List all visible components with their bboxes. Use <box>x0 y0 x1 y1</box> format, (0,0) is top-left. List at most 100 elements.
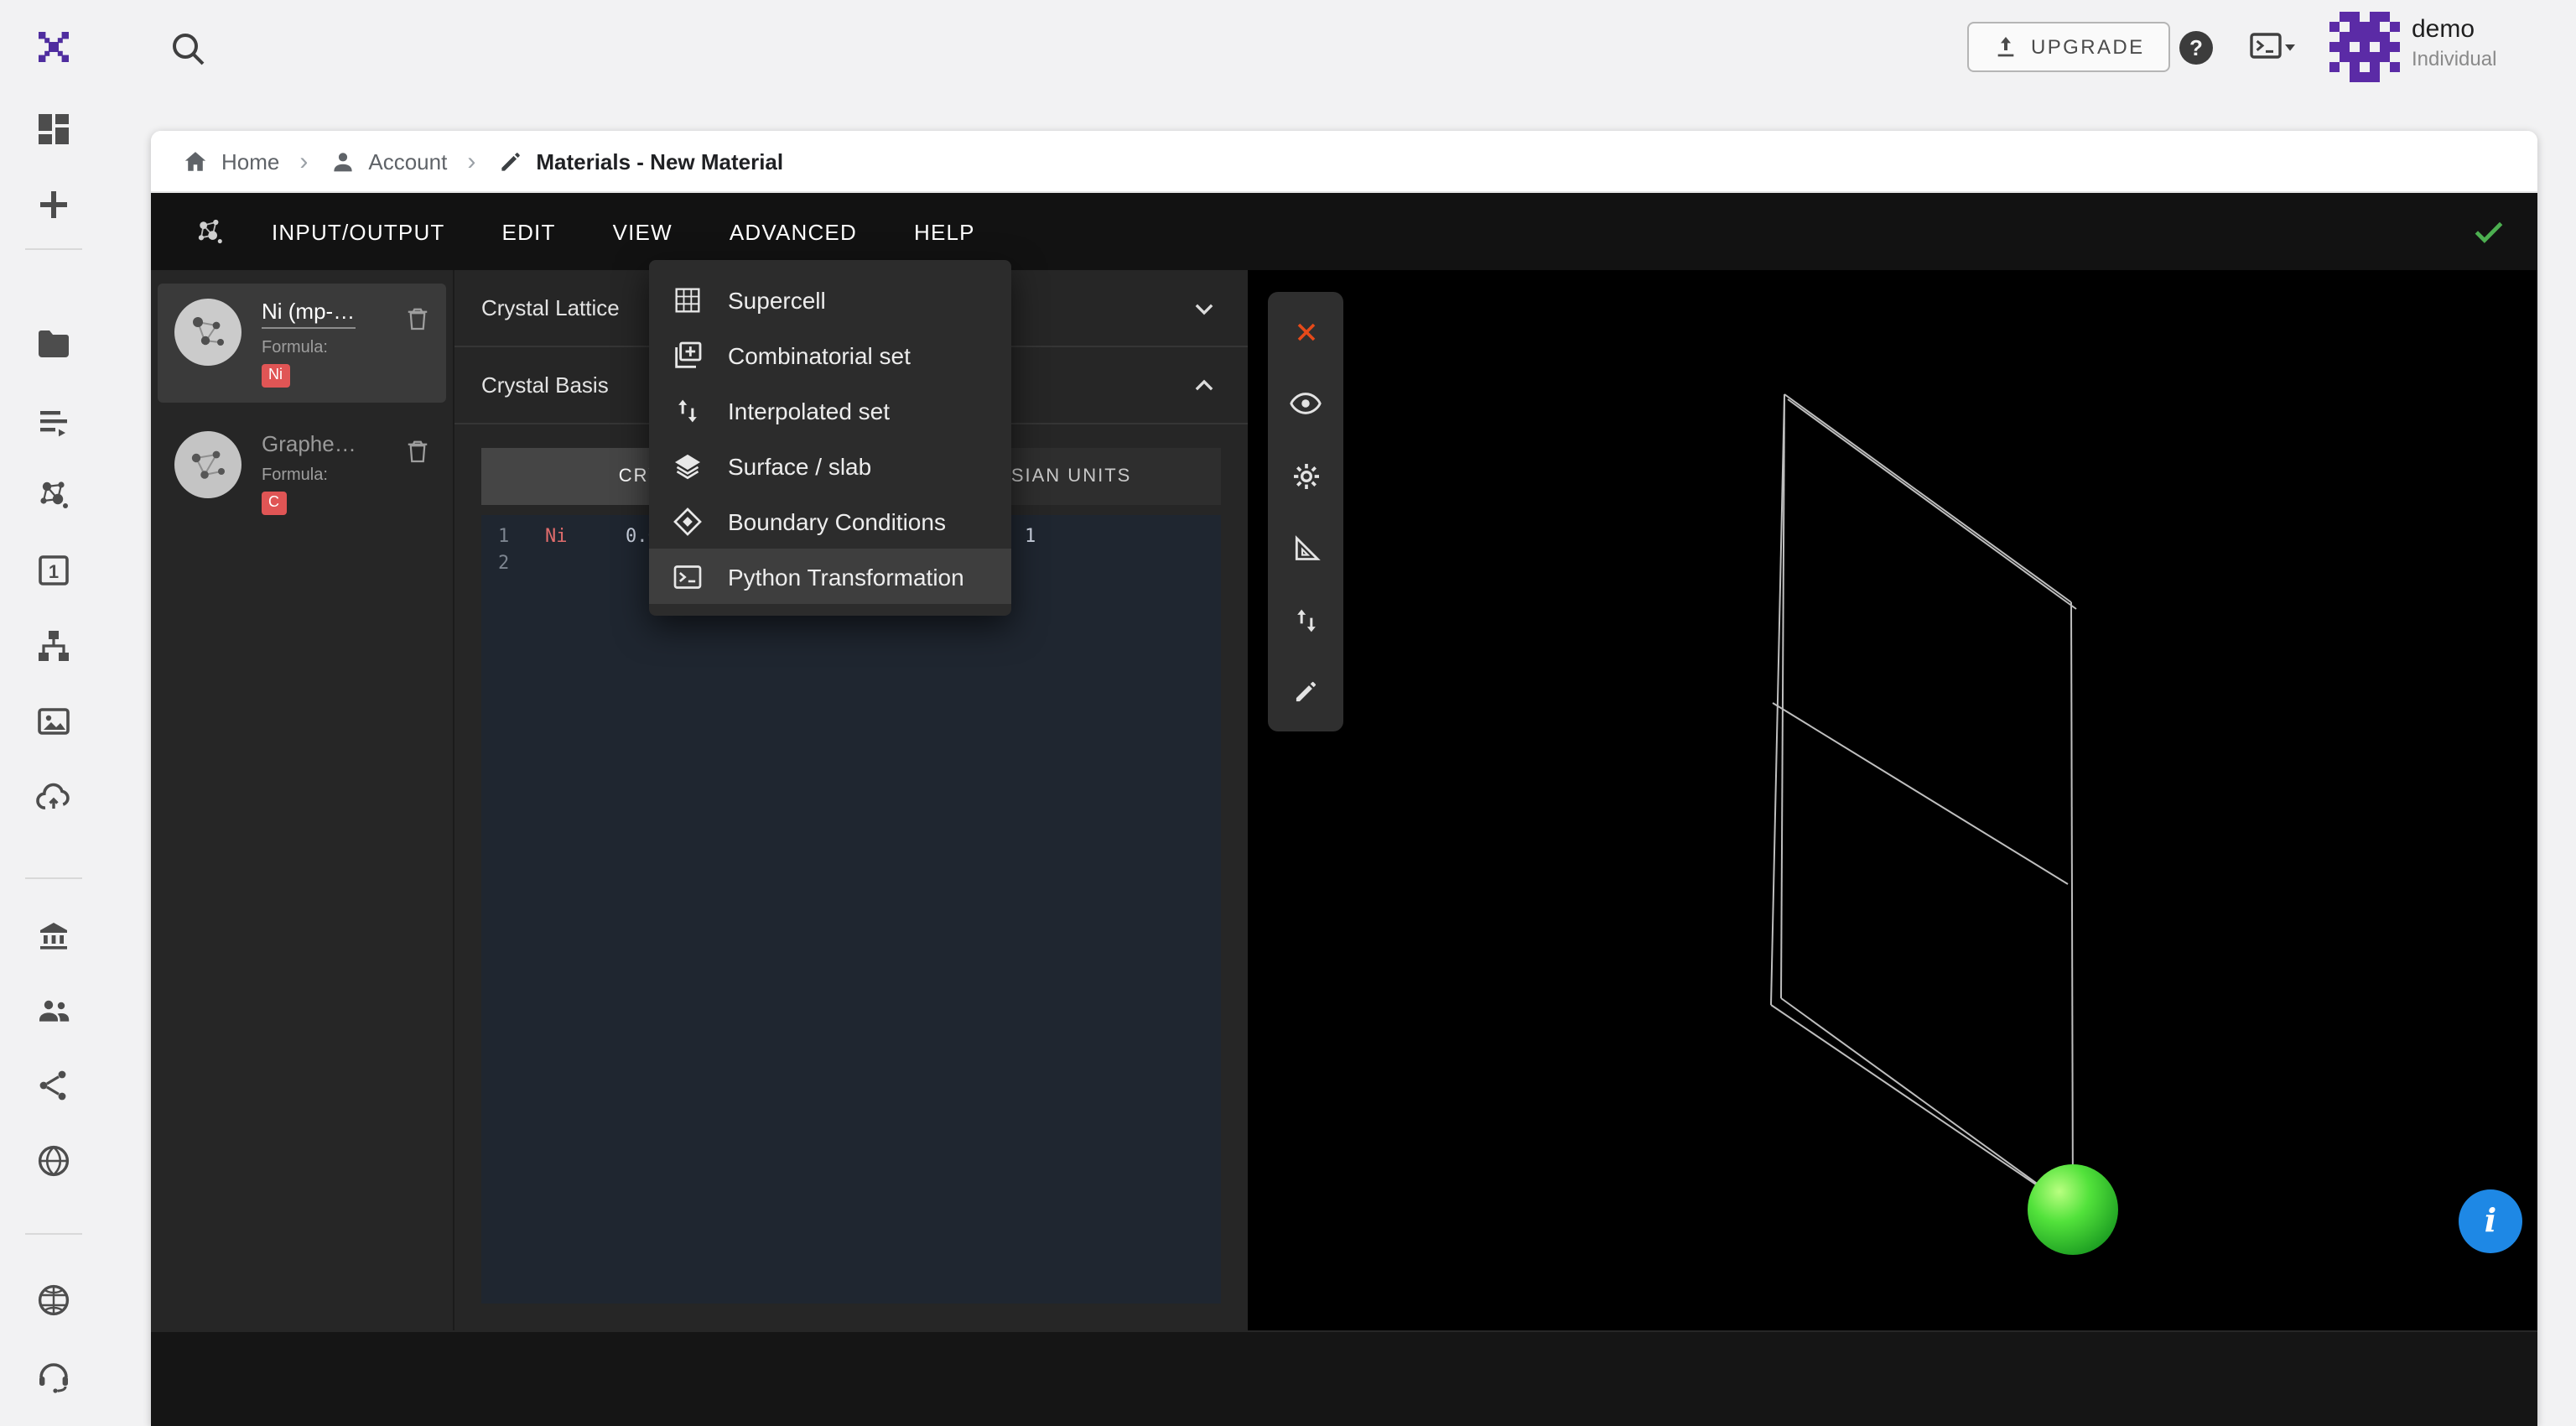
designer-content: Ni (mp-… Formula: Ni <box>151 270 2537 1330</box>
sidebar-divider <box>25 1233 82 1235</box>
info-button[interactable]: i <box>2459 1189 2522 1253</box>
unit-box-icon[interactable]: 1 <box>34 550 74 591</box>
terminal-icon <box>671 559 704 593</box>
breadcrumb-label: Account <box>368 148 447 174</box>
menu-item-supercell[interactable]: Supercell <box>649 272 1011 327</box>
projects-folder-icon[interactable] <box>34 324 74 364</box>
swap-vertical-icon <box>671 393 704 427</box>
bank-icon[interactable] <box>34 914 74 955</box>
material-name[interactable]: Graphe… <box>262 431 356 456</box>
breadcrumb-separator: › <box>293 147 314 175</box>
app-sidebar: 1 <box>0 0 107 1426</box>
line-number: 1 <box>498 525 509 547</box>
delete-material-icon[interactable] <box>402 304 433 334</box>
supercell-grid-icon <box>671 283 704 316</box>
dashboard-icon[interactable] <box>34 109 74 149</box>
user-plan: Individual <box>2412 47 2496 72</box>
breadcrumb-account[interactable]: Account <box>328 147 447 175</box>
info-glyph: i <box>2485 1203 2496 1240</box>
menu-advanced[interactable]: ADVANCED <box>730 219 857 244</box>
formula-label: Formula: <box>262 339 355 357</box>
formula-label: Formula: <box>262 466 356 485</box>
menu-item-label: Combinatorial set <box>728 341 911 368</box>
web-public-icon[interactable] <box>34 1280 74 1320</box>
material-thumbnail <box>174 299 242 366</box>
menu-item-python-transformation[interactable]: Python Transformation <box>649 549 1011 604</box>
menu-item-combinatorial-set[interactable]: Combinatorial set <box>649 327 1011 383</box>
user-avatar[interactable] <box>2329 12 2400 82</box>
edit-pencil-icon <box>496 147 524 175</box>
ruler-triangle-icon[interactable] <box>1268 512 1343 584</box>
app-root: 1 <box>0 0 2576 1426</box>
material-thumbnail <box>174 431 242 498</box>
sidebar-divider <box>25 248 82 250</box>
cloud-upload-icon[interactable] <box>34 777 74 817</box>
menu-item-interpolated-set[interactable]: Interpolated set <box>649 383 1011 438</box>
user-info[interactable]: demo Individual <box>2412 15 2496 72</box>
layers-icon <box>671 449 704 482</box>
workflows-icon[interactable] <box>34 626 74 666</box>
save-check-icon[interactable] <box>2470 213 2507 250</box>
breadcrumb-separator: › <box>460 147 482 175</box>
designer-menubar: INPUT/OUTPUT EDIT VIEW ADVANCED HELP <box>151 193 2537 270</box>
support-icon[interactable] <box>34 1356 74 1396</box>
close-icon[interactable] <box>1268 295 1343 367</box>
jobs-list-icon[interactable] <box>34 401 74 441</box>
advanced-dropdown-menu: Supercell Combinatorial set Interpolated… <box>649 260 1011 616</box>
add-icon[interactable] <box>34 185 74 225</box>
console-dropdown-icon[interactable] <box>2247 30 2301 67</box>
upload-icon <box>1992 34 2019 60</box>
coordinate-token: 1 <box>1025 525 1036 547</box>
basis-code-editor[interactable]: 1 Ni 0.0 1 2 <box>481 515 1221 1304</box>
chevron-up-icon <box>1187 368 1221 402</box>
menu-view[interactable]: VIEW <box>613 219 673 244</box>
globe-icon[interactable] <box>34 1141 74 1181</box>
material-item-graphene[interactable]: Graphe… Formula: C <box>158 416 446 530</box>
viewer-toolbar <box>1268 292 1343 731</box>
menu-input-output[interactable]: INPUT/OUTPUT <box>272 219 445 244</box>
section-title: Crystal Basis <box>481 372 609 398</box>
eye-visibility-icon[interactable] <box>1268 367 1343 440</box>
media-image-icon[interactable] <box>34 701 74 742</box>
sidebar-divider <box>25 877 82 879</box>
material-item-ni[interactable]: Ni (mp-… Formula: Ni <box>158 284 446 403</box>
menu-item-surface-slab[interactable]: Surface / slab <box>649 438 1011 493</box>
app-logo[interactable] <box>34 27 74 67</box>
search-icon[interactable] <box>168 29 208 69</box>
breadcrumb-current-page: Materials - New Material <box>496 147 783 175</box>
breadcrumb-label: Home <box>221 148 279 174</box>
home-icon <box>181 147 210 175</box>
designer-footer <box>151 1330 2537 1426</box>
crystal-wireframe <box>1248 270 2537 1330</box>
topbar: UPGRADE ? demo <box>107 0 2576 96</box>
page-title: Materials - New Material <box>536 148 783 174</box>
svg-text:1: 1 <box>49 561 59 582</box>
menu-edit[interactable]: EDIT <box>502 219 556 244</box>
material-name[interactable]: Ni (mp-… <box>262 299 355 329</box>
section-title: Crystal Lattice <box>481 295 620 320</box>
edit-pencil-icon[interactable] <box>1268 656 1343 728</box>
swap-vertical-icon[interactable] <box>1268 584 1343 656</box>
team-icon[interactable] <box>34 990 74 1030</box>
menu-item-label: Supercell <box>728 286 826 313</box>
menu-help[interactable]: HELP <box>914 219 975 244</box>
upgrade-button[interactable]: UPGRADE <box>1967 22 2170 72</box>
menu-item-boundary-conditions[interactable]: Boundary Conditions <box>649 493 1011 549</box>
share-icon[interactable] <box>34 1065 74 1106</box>
materials-designer-card: Home › Account › Materials - New Materia… <box>151 131 2537 1426</box>
breadcrumb: Home › Account › Materials - New Materia… <box>151 131 2537 193</box>
materials-icon[interactable] <box>34 475 74 515</box>
materials-cluster-icon <box>191 213 228 250</box>
settings-gear-icon[interactable] <box>1268 440 1343 512</box>
menu-item-label: Interpolated set <box>728 397 890 424</box>
line-number: 2 <box>498 552 509 574</box>
upgrade-label: UPGRADE <box>2031 35 2145 59</box>
breadcrumb-home[interactable]: Home <box>181 147 279 175</box>
delete-material-icon[interactable] <box>402 436 433 466</box>
atom-sphere-ni <box>2028 1164 2118 1255</box>
viewer-canvas[interactable]: i <box>1248 270 2537 1330</box>
chevron-down-icon <box>1187 291 1221 325</box>
help-icon[interactable]: ? <box>2175 27 2217 69</box>
menu-item-label: Python Transformation <box>728 563 964 590</box>
svg-text:?: ? <box>2189 35 2203 60</box>
